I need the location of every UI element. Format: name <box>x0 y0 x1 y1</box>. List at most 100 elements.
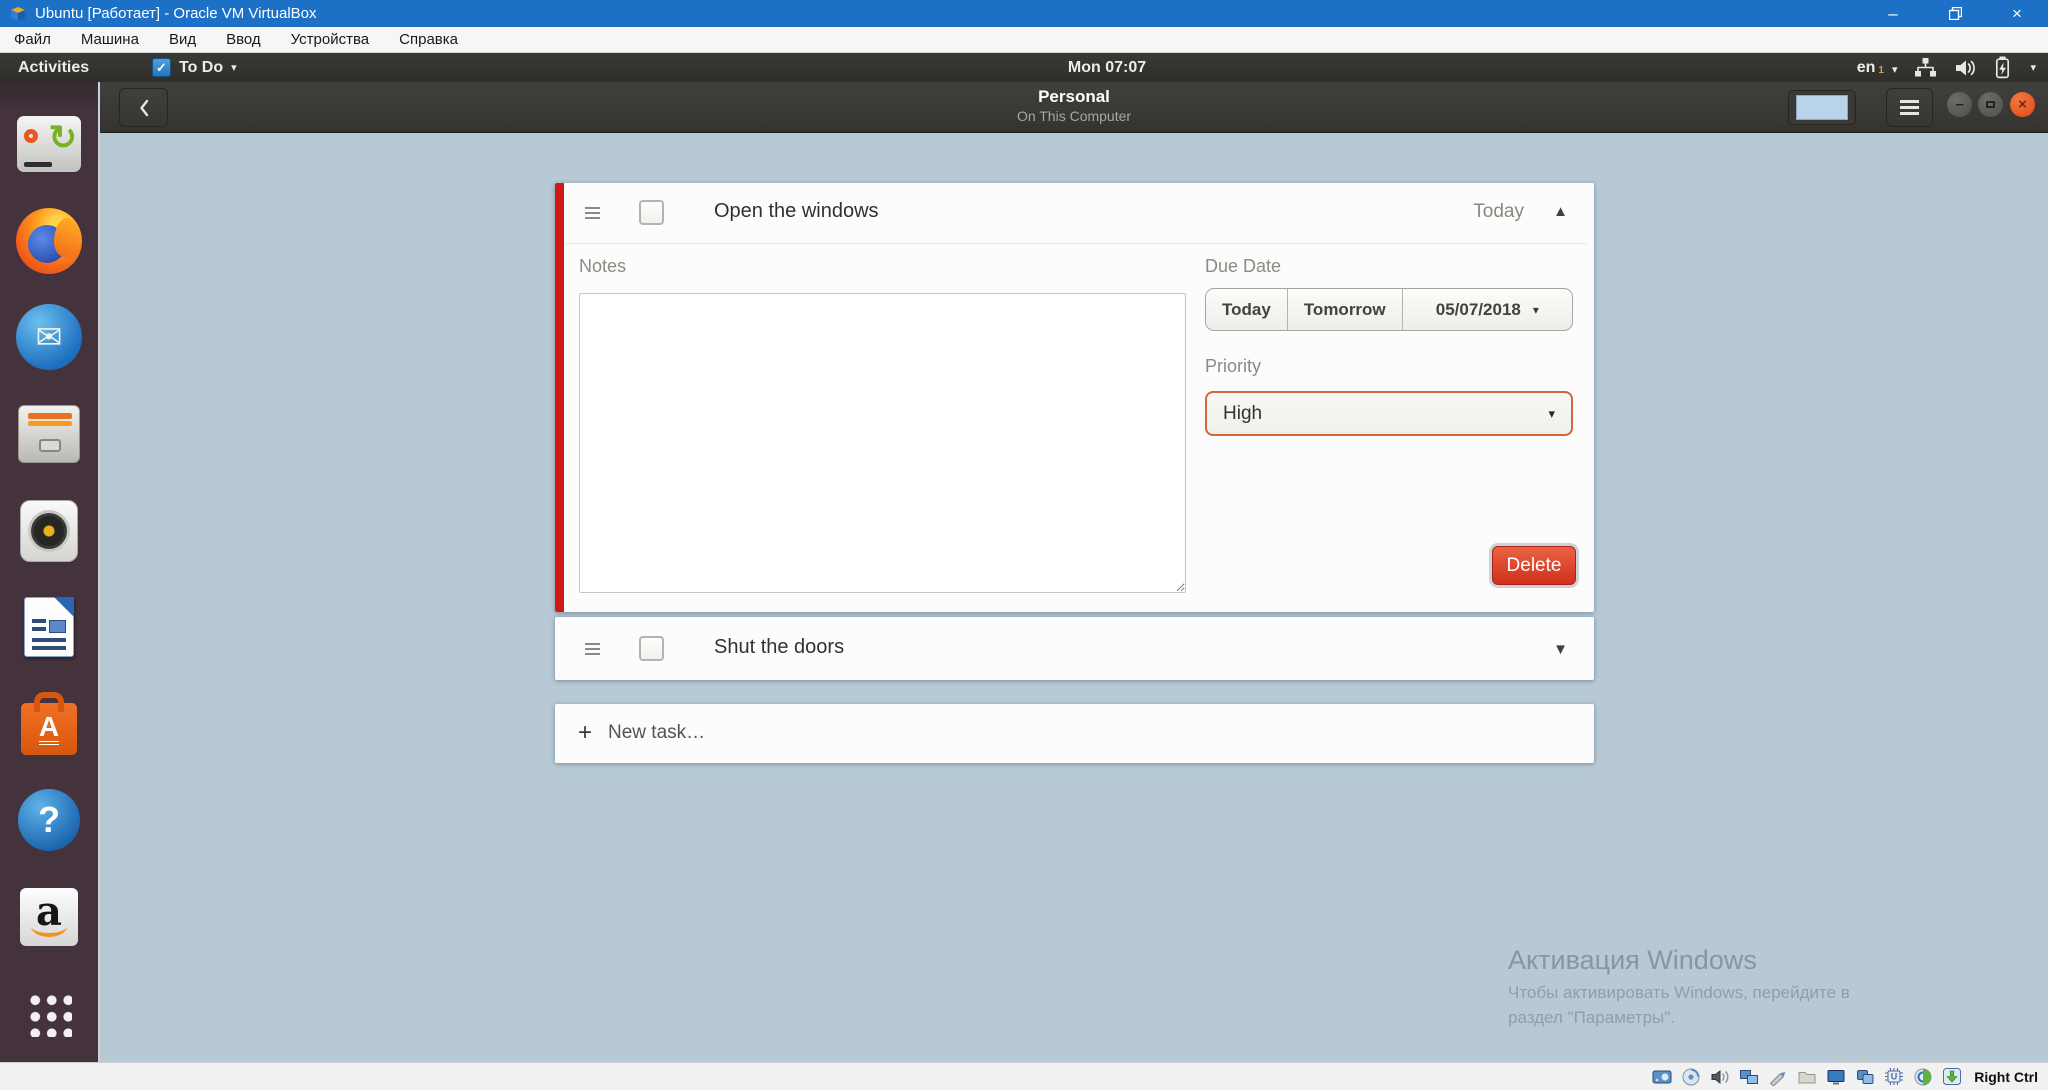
statusbar-usb-icon[interactable] <box>1767 1067 1789 1087</box>
back-chevron-icon <box>136 97 152 119</box>
list-color-button[interactable] <box>1788 90 1856 125</box>
menu-devices[interactable]: Устройства <box>291 31 369 48</box>
hamburger-menu-button[interactable] <box>1886 88 1933 127</box>
rhythmbox-icon <box>20 500 78 562</box>
dock-help[interactable]: ? <box>1 772 97 869</box>
virtualbox-window: Ubuntu [Работает] - Oracle VM VirtualBox… <box>0 0 2048 1090</box>
gnome-topbar: Activities ✓ To Do ▾ Mon 07:07 en 1 ▾ <box>0 53 2048 82</box>
vm-close-button[interactable]: × <box>1986 0 2048 27</box>
help-icon: ? <box>18 789 80 851</box>
dock-firefox[interactable] <box>1 193 97 290</box>
vm-restore-button[interactable] <box>1924 0 1986 27</box>
activities-button[interactable]: Activities <box>18 53 89 82</box>
new-task-label: New task… <box>608 722 705 744</box>
dock-software-updater[interactable]: ↻ <box>1 96 97 193</box>
network-icon[interactable] <box>1914 57 1937 78</box>
due-date-label: Due Date <box>1205 256 1281 277</box>
due-date-badge: Today <box>1473 201 1524 223</box>
statusbar-audio-icon[interactable] <box>1709 1067 1731 1087</box>
task-checkbox[interactable] <box>639 200 664 225</box>
app-grid-icon <box>26 991 72 1037</box>
statusbar-recording-icon[interactable] <box>1854 1067 1876 1087</box>
watermark-title: Активация Windows <box>1508 945 1850 976</box>
volume-icon[interactable] <box>1954 58 1977 78</box>
statusbar-optical-disc-icon[interactable] <box>1680 1067 1702 1087</box>
expand-arrow-icon[interactable]: ▼ <box>1553 641 1568 658</box>
divider <box>565 243 1587 244</box>
due-date-picker[interactable]: 05/07/2018 ▾ <box>1403 289 1572 330</box>
delete-button[interactable]: Delete <box>1492 546 1576 585</box>
app-menu-label: To Do <box>179 59 223 77</box>
ubuntu-software-icon: A <box>21 703 77 755</box>
statusbar-network-icon[interactable] <box>1738 1067 1760 1087</box>
app-menu-todo[interactable]: ✓ To Do ▾ <box>152 53 237 82</box>
due-today-button[interactable]: Today <box>1206 289 1288 330</box>
app-minimize-button[interactable]: – <box>1947 92 1972 117</box>
file-cabinet-icon <box>18 405 80 463</box>
dock-rhythmbox[interactable] <box>1 482 97 579</box>
firefox-icon <box>16 208 82 274</box>
software-updater-icon: ↻ <box>17 116 81 172</box>
task-card-shut-the-doors: Shut the doors ▼ <box>555 617 1594 680</box>
ubuntu-dock: ↻ ✉ <box>0 82 100 1062</box>
battery-charging-icon[interactable] <box>1994 56 2011 79</box>
task-card-open-the-windows: Open the windows Today ▲ Notes Due Date … <box>555 183 1594 612</box>
todo-headerbar: Personal On This Computer – × <box>100 82 2048 133</box>
chevron-down-icon: ▾ <box>1892 63 1898 76</box>
list-title: Personal <box>1017 87 1131 107</box>
statusbar-harddisk-icon[interactable] <box>1651 1067 1673 1087</box>
restore-icon <box>1949 7 1962 20</box>
todo-app-icon: ✓ <box>152 58 171 77</box>
chevron-down-icon: ▾ <box>231 61 237 74</box>
vm-window-title: Ubuntu [Работает] - Oracle VM VirtualBox <box>35 5 317 22</box>
keyboard-layout-indicator[interactable]: en 1 ▾ <box>1857 59 1898 77</box>
menu-input[interactable]: Ввод <box>226 31 261 48</box>
layout-number: 1 <box>1878 65 1884 76</box>
priority-label: Priority <box>1205 356 1261 377</box>
dock-show-applications[interactable] <box>1 965 97 1062</box>
svg-text:U: U <box>1891 1072 1898 1082</box>
system-menu-chevron-icon[interactable]: ▾ <box>2030 61 2036 74</box>
clock[interactable]: Mon 07:07 <box>1027 53 1187 82</box>
watermark-line2: раздел "Параметры". <box>1508 1006 1850 1031</box>
statusbar-shared-folders-icon[interactable] <box>1796 1067 1818 1087</box>
menu-view[interactable]: Вид <box>169 31 196 48</box>
menu-help[interactable]: Справка <box>399 31 458 48</box>
drag-handle-icon[interactable] <box>585 643 600 655</box>
app-maximize-button[interactable] <box>1978 92 2003 117</box>
task-row[interactable]: Shut the doors ▼ <box>555 617 1594 677</box>
dock-files[interactable] <box>1 386 97 483</box>
drag-handle-icon[interactable] <box>585 207 600 219</box>
statusbar-display-icon[interactable] <box>1825 1067 1847 1087</box>
task-row[interactable]: Open the windows Today ▲ <box>555 183 1594 243</box>
notes-textarea[interactable] <box>579 293 1186 593</box>
new-task-row[interactable]: + New task… <box>555 704 1594 763</box>
windows-activation-watermark: Активация Windows Чтобы активировать Win… <box>1508 945 1850 1030</box>
collapse-arrow-icon[interactable]: ▲ <box>1553 203 1568 220</box>
dock-amazon[interactable]: a <box>1 869 97 966</box>
layout-code: en <box>1857 59 1876 77</box>
menu-file[interactable]: Файл <box>14 31 51 48</box>
due-tomorrow-button[interactable]: Tomorrow <box>1288 289 1403 330</box>
header-title-block: Personal On This Computer <box>1017 87 1131 124</box>
task-checkbox[interactable] <box>639 636 664 661</box>
priority-dropdown[interactable]: High ▾ <box>1205 391 1573 436</box>
app-close-button[interactable]: × <box>2010 92 2035 117</box>
list-subtitle: On This Computer <box>1017 108 1131 124</box>
vm-statusbar: U Right Ctrl <box>0 1062 2048 1090</box>
back-button[interactable] <box>119 88 168 127</box>
dock-ubuntu-software[interactable]: A <box>1 676 97 773</box>
statusbar-virtualization-chip-icon[interactable]: U <box>1883 1067 1905 1087</box>
dock-thunderbird[interactable]: ✉ <box>1 289 97 386</box>
chevron-down-icon: ▾ <box>1548 406 1555 422</box>
watermark-line1: Чтобы активировать Windows, перейдите в <box>1508 981 1850 1006</box>
notes-label: Notes <box>579 256 626 277</box>
statusbar-mouse-integration-icon[interactable] <box>1912 1067 1934 1087</box>
menu-machine[interactable]: Машина <box>81 31 139 48</box>
todo-content: Open the windows Today ▲ Notes Due Date … <box>100 133 2048 1062</box>
chevron-down-icon: ▾ <box>1533 303 1539 317</box>
amazon-icon: a <box>20 888 78 946</box>
statusbar-keyboard-capture-icon[interactable] <box>1941 1067 1963 1087</box>
vm-minimize-button[interactable]: – <box>1862 0 1924 27</box>
dock-libreoffice-writer[interactable] <box>1 579 97 676</box>
